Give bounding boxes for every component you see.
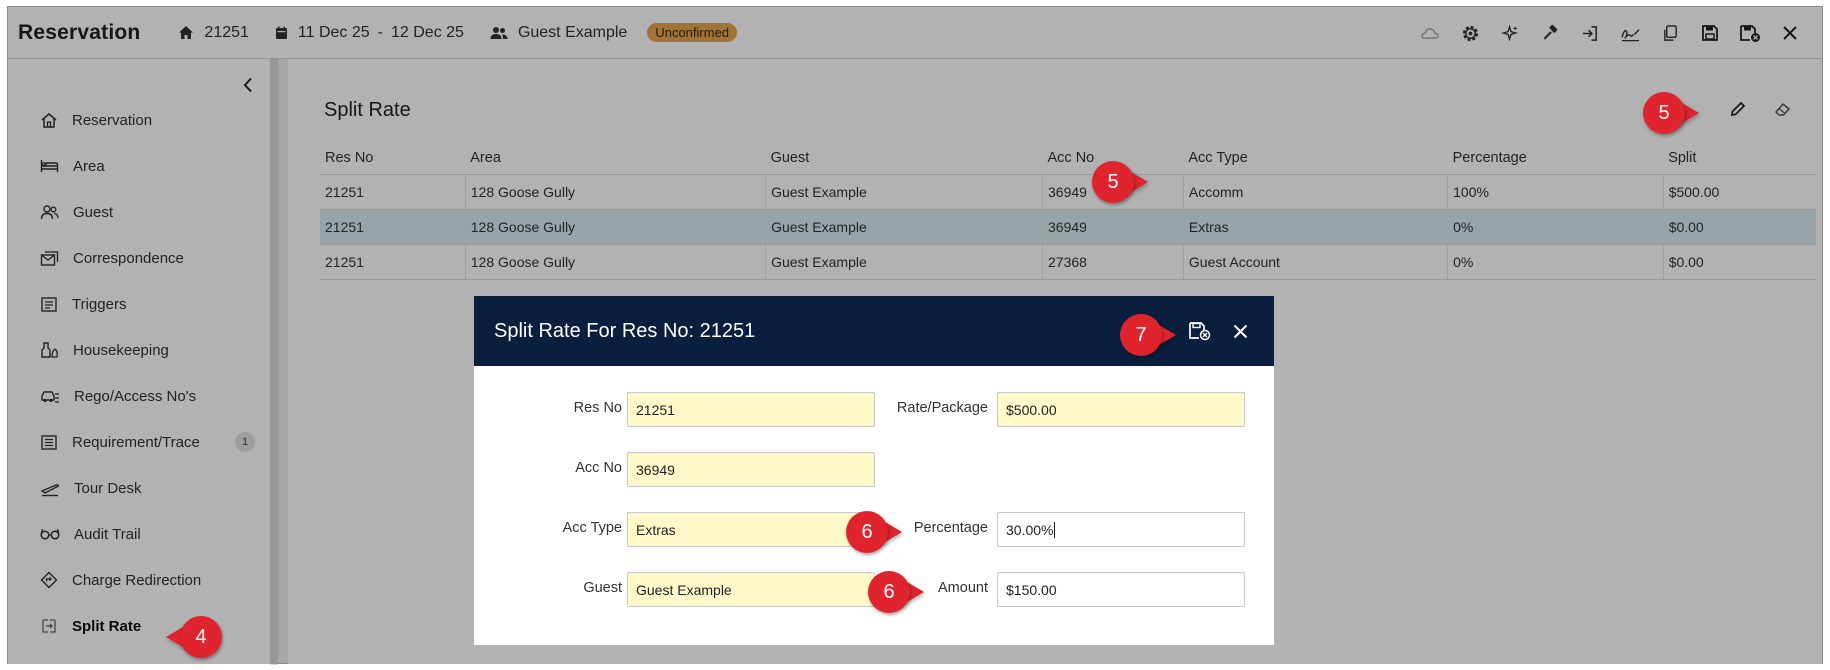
step-marker-number: 4 bbox=[180, 616, 222, 658]
step-marker-split-rate: 4 bbox=[166, 616, 222, 658]
save-close-icon[interactable] bbox=[1180, 311, 1220, 351]
acc-no-field[interactable]: 36949 bbox=[627, 452, 875, 487]
step-marker-number: 6 bbox=[868, 571, 910, 613]
close-icon[interactable] bbox=[1220, 311, 1260, 351]
step-marker-number: 5 bbox=[1643, 92, 1685, 134]
rate-package-field[interactable]: $500.00 bbox=[997, 392, 1245, 427]
step-marker-number: 7 bbox=[1120, 314, 1162, 356]
step-marker-save: 7 bbox=[1120, 314, 1176, 356]
step-marker-number: 5 bbox=[1092, 161, 1134, 203]
modal-toolbar bbox=[1180, 311, 1260, 351]
step-marker-amount: 6 bbox=[868, 571, 924, 613]
rate-package-label: Rate/Package bbox=[896, 400, 988, 416]
step-marker-number: 6 bbox=[846, 511, 888, 553]
percentage-value: 30.00% bbox=[1006, 521, 1054, 538]
acc-no-label: Acc No bbox=[575, 460, 622, 476]
res-no-label: Res No bbox=[573, 400, 622, 416]
acc-type-label: Acc Type bbox=[562, 520, 622, 536]
guest-label: Guest bbox=[583, 580, 622, 596]
percentage-input[interactable]: 30.00% bbox=[997, 512, 1245, 547]
step-marker-acc-type: 5 bbox=[1092, 161, 1148, 203]
modal-title: Split Rate For Res No: 21251 bbox=[494, 319, 756, 342]
modal-backdrop-header bbox=[7, 6, 1823, 58]
res-no-field[interactable]: 21251 bbox=[627, 392, 875, 427]
step-marker-edit: 5 bbox=[1643, 92, 1699, 134]
acc-type-field[interactable]: Extras bbox=[627, 512, 875, 547]
step-marker-percentage: 6 bbox=[846, 511, 902, 553]
guest-field[interactable]: Guest Example bbox=[627, 572, 875, 607]
text-caret bbox=[1054, 521, 1056, 538]
amount-input[interactable]: $150.00 bbox=[997, 572, 1245, 607]
